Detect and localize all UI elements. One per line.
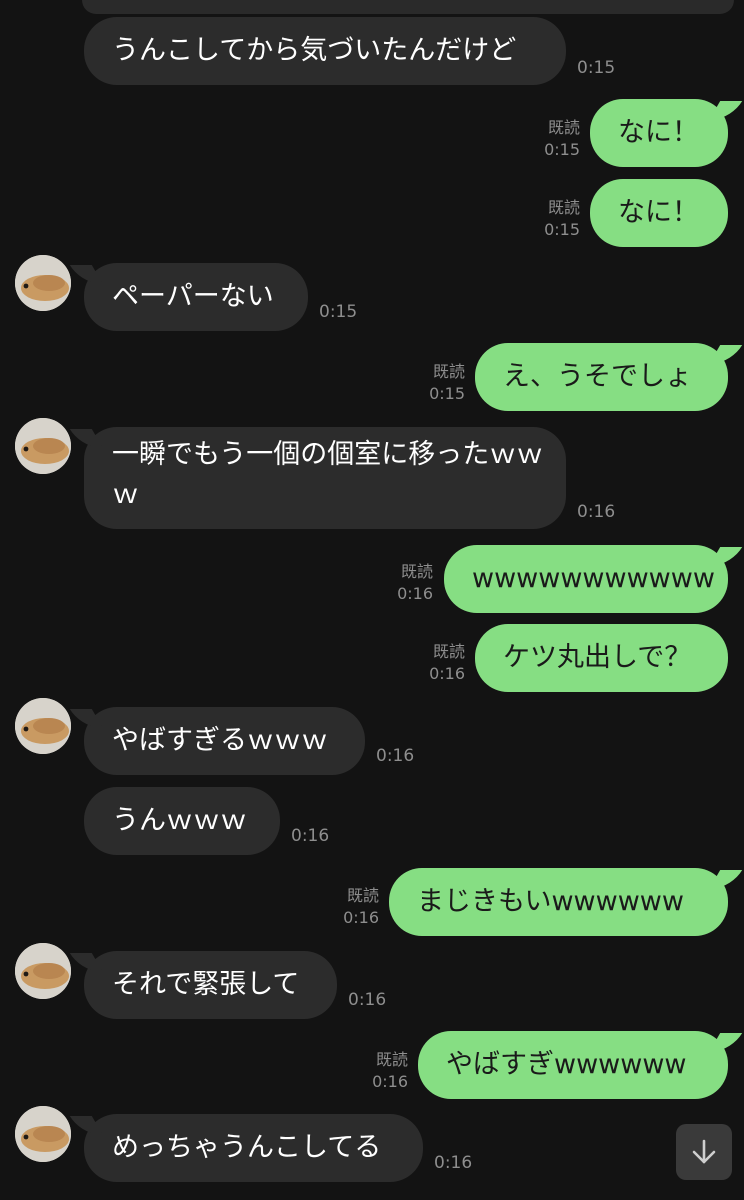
read-receipt: 既読 [375,1050,408,1069]
contact-avatar[interactable] [15,698,71,754]
message-time: 0:16 [372,1072,408,1091]
message-text: ペーパーない [112,281,274,312]
outgoing-message-bubble[interactable]: やばすぎwwwwww [418,1031,728,1099]
message-meta: 既読 0:15 [528,197,580,241]
previous-message-bubble-edge [82,0,734,14]
contact-avatar[interactable] [15,418,71,474]
incoming-message-bubble[interactable]: ペーパーない [84,263,308,331]
message-meta: 既読 0:16 [381,561,433,605]
message-text: うんｗｗｗ [112,805,247,836]
message-text: それで緊張して [112,969,300,1000]
message-text: めっちゃうんこしてる [112,1132,382,1163]
message-time: 0:16 [348,990,387,1010]
chat-view[interactable]: うんこしてから気づいたんだけど 0:15 既読 0:15 なに！ 既読 0:15… [0,0,744,1200]
outgoing-message-bubble[interactable]: ケツ丸出しで？ [475,624,728,692]
read-receipt: 既読 [432,362,465,381]
message-time: 0:16 [429,664,465,683]
message-time: 0:16 [577,502,616,522]
incoming-message-bubble[interactable]: めっちゃうんこしてる [84,1114,423,1182]
hamster-avatar-icon [15,943,71,999]
message-time: 0:15 [544,220,580,239]
incoming-message-bubble[interactable]: それで緊張して [84,951,337,1019]
read-receipt: 既読 [432,642,465,661]
message-time: 0:15 [577,58,616,78]
outgoing-message-bubble[interactable]: なに！ [590,179,728,247]
contact-avatar[interactable] [15,943,71,999]
outgoing-message-bubble[interactable]: なに！ [590,99,728,167]
message-time: 0:15 [544,140,580,159]
message-time: 0:16 [343,908,379,927]
contact-avatar[interactable] [15,255,71,311]
message-text: 一瞬でもう一個の個室に移ったｗｗｗ [112,439,544,510]
read-receipt: 既読 [547,118,580,137]
message-meta: 既読 0:16 [327,885,379,929]
message-time: 0:15 [319,302,358,322]
contact-avatar[interactable] [15,1106,71,1162]
message-time: 0:16 [291,826,330,846]
message-time: 0:15 [429,384,465,403]
message-text: え、うそでしょ [503,361,692,392]
outgoing-message-bubble[interactable]: え、うそでしょ [475,343,728,411]
message-text: ケツ丸出しで？ [503,642,692,673]
outgoing-message-bubble[interactable]: wwwwwwwwwww [444,545,728,613]
incoming-message-bubble[interactable]: やばすぎるｗｗｗ [84,707,365,775]
read-receipt: 既読 [547,198,580,217]
hamster-avatar-icon [15,1106,71,1162]
message-text: やばすぎるｗｗｗ [112,725,328,756]
message-meta: 既読 0:16 [413,641,465,685]
message-text: まじきもいwwwwww [417,886,684,917]
message-text: なに！ [618,117,699,148]
message-text: うんこしてから気づいたんだけど [112,35,517,66]
arrow-down-icon [692,1139,716,1164]
message-time: 0:16 [376,746,415,766]
incoming-message-bubble[interactable]: うんｗｗｗ [84,787,280,855]
message-meta: 既読 0:15 [413,361,465,405]
scroll-to-bottom-button[interactable] [676,1124,732,1180]
message-text: wwwwwwwwwww [472,563,715,594]
message-meta: 既読 0:15 [528,117,580,161]
incoming-message-bubble[interactable]: うんこしてから気づいたんだけど [84,17,566,85]
message-text: なに！ [618,197,699,228]
message-time: 0:16 [397,584,433,603]
message-time: 0:16 [434,1153,473,1173]
hamster-avatar-icon [15,698,71,754]
message-text: やばすぎwwwwww [446,1049,687,1080]
read-receipt: 既読 [346,886,379,905]
read-receipt: 既読 [400,562,433,581]
hamster-avatar-icon [15,255,71,311]
hamster-avatar-icon [15,418,71,474]
incoming-message-bubble[interactable]: 一瞬でもう一個の個室に移ったｗｗｗ [84,427,566,529]
message-meta: 既読 0:16 [356,1049,408,1093]
outgoing-message-bubble[interactable]: まじきもいwwwwww [389,868,728,936]
